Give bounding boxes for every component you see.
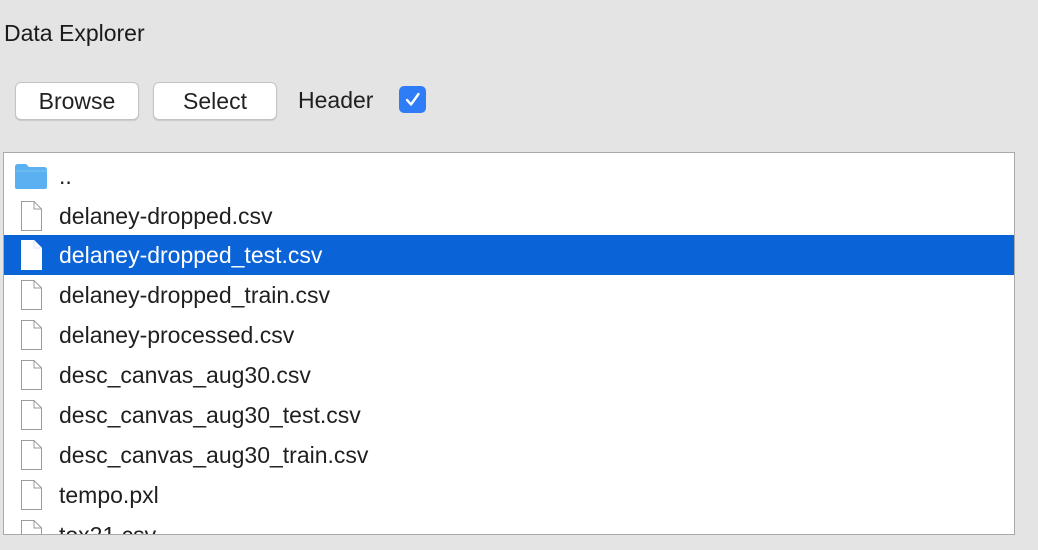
list-item-label: tox21.csv (59, 522, 157, 535)
list-item-label: desc_canvas_aug30_test.csv (59, 402, 361, 428)
list-item-label: .. (59, 163, 72, 189)
file-icon (14, 280, 48, 310)
list-item[interactable]: desc_canvas_aug30_test.csv (4, 395, 1014, 435)
list-item[interactable]: delaney-processed.csv (4, 315, 1014, 355)
list-item-label: delaney-dropped_train.csv (59, 282, 331, 308)
browse-button[interactable]: Browse (15, 82, 139, 120)
list-item[interactable]: delaney-dropped_train.csv (4, 275, 1014, 315)
list-item[interactable]: .. (4, 156, 1014, 196)
file-icon (14, 400, 48, 430)
list-item[interactable]: desc_canvas_aug30.csv (4, 355, 1014, 395)
list-item[interactable]: desc_canvas_aug30_train.csv (4, 435, 1014, 475)
list-item-label: delaney-dropped.csv (59, 203, 273, 229)
file-icon (14, 360, 48, 390)
list-item-label: delaney-dropped_test.csv (59, 242, 323, 268)
file-icon (14, 440, 48, 470)
select-button[interactable]: Select (153, 82, 277, 120)
list-item-label: desc_canvas_aug30.csv (59, 362, 311, 388)
file-icon (14, 480, 48, 510)
list-item-label: delaney-processed.csv (59, 322, 295, 348)
file-icon (14, 320, 48, 350)
list-item[interactable]: delaney-dropped.csv (4, 196, 1014, 236)
list-item[interactable]: tempo.pxl (4, 475, 1014, 515)
header-label: Header (298, 87, 374, 113)
checkmark-icon (405, 92, 420, 106)
file-icon (14, 240, 48, 270)
list-item-label: desc_canvas_aug30_train.csv (59, 442, 369, 468)
window-title: Data Explorer (4, 20, 145, 46)
list-item-selected[interactable]: delaney-dropped_test.csv (4, 235, 1014, 275)
folder-icon (14, 161, 48, 191)
file-icon (14, 520, 48, 534)
list-item-label: tempo.pxl (59, 482, 159, 508)
file-list[interactable]: .. delaney-dropped.csv delaney-dropped_t… (3, 152, 1015, 535)
header-checkbox[interactable] (399, 86, 426, 113)
list-item[interactable]: tox21.csv (4, 515, 1014, 535)
file-icon (14, 201, 48, 231)
